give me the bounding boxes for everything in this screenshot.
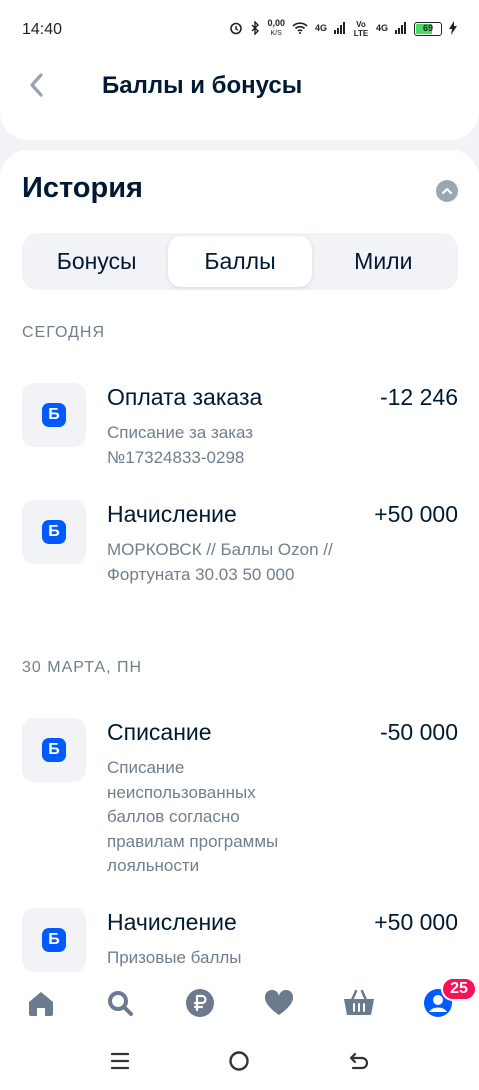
transaction-amount: +50 000 (374, 909, 458, 935)
tab-miles[interactable]: Мили (312, 236, 455, 287)
page-header: Баллы и бонусы (0, 60, 479, 140)
transaction-description: Призовые баллы (107, 948, 242, 967)
points-icon: Б (22, 500, 86, 564)
home-icon (27, 990, 55, 1021)
circle-icon (228, 1050, 250, 1077)
menu-icon (110, 1052, 130, 1075)
ruble-icon (185, 988, 215, 1023)
chevron-left-icon (29, 72, 45, 103)
battery-icon: 69 (414, 21, 442, 36)
signal-icon (395, 21, 407, 36)
wifi-icon (292, 21, 308, 36)
group-label-date: 30 МАРТА, ПН (22, 659, 143, 676)
history-card: История Бонусы Баллы Мили СЕГОДНЯ Б Опла… (0, 150, 479, 990)
nav-points[interactable] (184, 988, 216, 1023)
alarm-icon (229, 21, 243, 37)
basket-icon (343, 989, 375, 1022)
back-system-button[interactable] (347, 1051, 371, 1075)
transaction-amount: -12 246 (379, 384, 458, 410)
transaction-title: Оплата заказа (107, 384, 263, 410)
nav-search[interactable] (104, 989, 136, 1021)
group-label-today: СЕГОДНЯ (22, 324, 106, 341)
menu-button[interactable] (108, 1051, 132, 1075)
transaction-title: Списание (107, 719, 212, 745)
points-icon: Б (22, 383, 86, 447)
transaction-title: Начисление (107, 501, 237, 527)
system-nav-bar (0, 1035, 479, 1090)
network-speed: 0,00 K/S (267, 18, 285, 38)
points-icon: Б (22, 908, 86, 972)
back-arrow-icon (348, 1051, 370, 1076)
transaction-item[interactable]: Б Начисление +50 000 МОРКОВСК // Баллы O… (22, 500, 458, 620)
nav-home[interactable] (25, 989, 57, 1021)
volte-label: Vo LTE (353, 19, 369, 38)
status-icons: 0,00 K/S 4G Vo LTE 4G 69 (229, 19, 457, 38)
tab-bonuses[interactable]: Бонусы (25, 236, 168, 287)
history-title: История (22, 172, 143, 204)
network-type-1: 4G (314, 23, 327, 33)
transaction-amount: -50 000 (379, 719, 458, 745)
charging-icon (449, 20, 457, 37)
signal-icon (333, 21, 346, 36)
search-icon (106, 989, 134, 1022)
collapse-button[interactable] (436, 180, 458, 202)
status-time: 14:40 (22, 21, 63, 38)
back-button[interactable] (20, 70, 54, 104)
points-icon: Б (22, 718, 86, 782)
history-tabs: Бонусы Баллы Мили (22, 233, 458, 290)
transaction-item[interactable]: Б Оплата заказа -12 246 Списание за зака… (22, 383, 458, 483)
page-title: Баллы и бонусы (102, 72, 303, 99)
home-button[interactable] (227, 1050, 251, 1077)
transaction-description: Списание неиспользованных баллов согласн… (107, 758, 279, 875)
tab-points[interactable]: Баллы (168, 236, 312, 287)
transaction-title: Начисление (107, 909, 237, 935)
transaction-item[interactable]: Б Списание -50 000 Списание неиспользова… (22, 718, 458, 878)
nav-cart[interactable] (343, 989, 375, 1021)
profile-notification-badge: 25 (441, 977, 477, 1001)
chevron-up-icon (441, 182, 453, 200)
status-bar: 14:40 0,00 K/S 4G Vo LTE 4G 69 (0, 0, 479, 60)
nav-favorites[interactable] (263, 989, 295, 1021)
heart-icon (264, 989, 294, 1021)
transaction-description: Списание за заказ №17324833-0298 (107, 423, 254, 467)
bluetooth-icon (250, 19, 260, 37)
bottom-nav (0, 975, 479, 1035)
transaction-description: МОРКОВСК // Баллы Ozon // Фортуната 30.0… (107, 540, 333, 584)
network-type-2: 4G (375, 23, 388, 33)
transaction-amount: +50 000 (374, 501, 458, 527)
